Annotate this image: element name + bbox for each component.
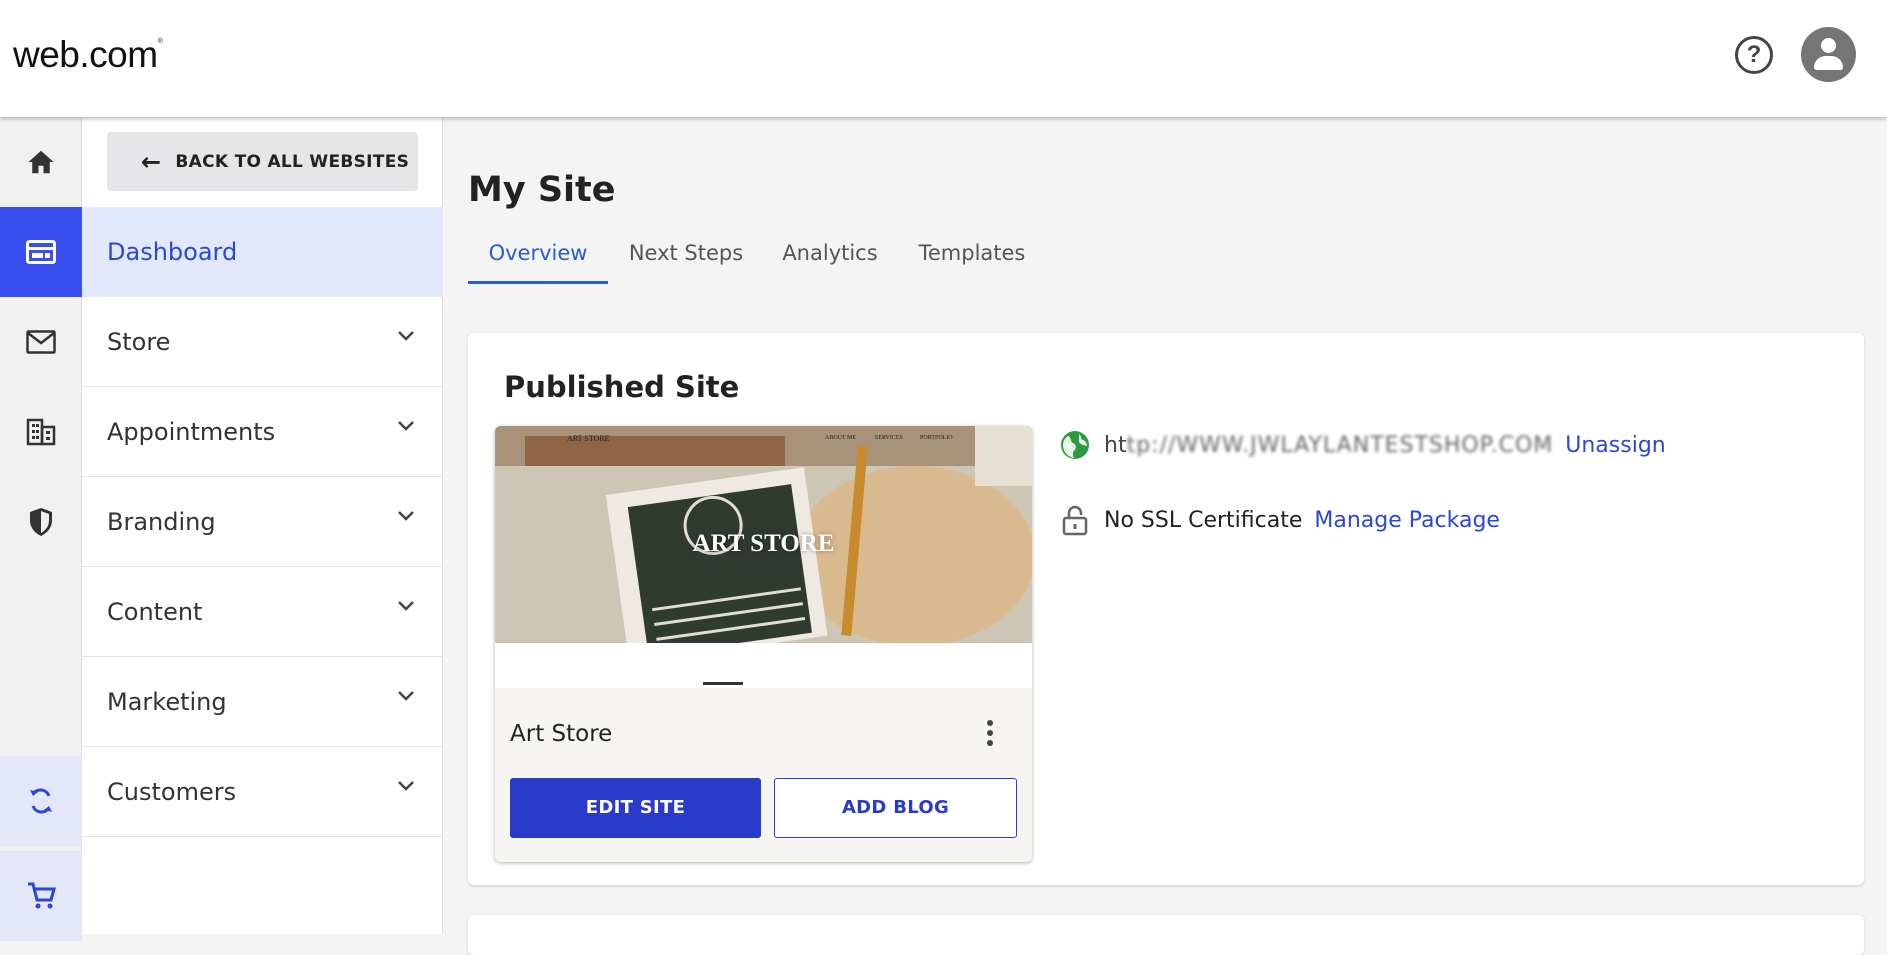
ssl-status: No SSL Certificate xyxy=(1104,507,1303,533)
domain-row: ht tp://WWW.JWLAYLANTESTSHOP.COM Unassign xyxy=(1060,430,1666,460)
manage-package-link[interactable]: Manage Package xyxy=(1314,508,1500,533)
thumbnail-nav-brand: ART STORE xyxy=(567,434,610,443)
chevron-down-icon xyxy=(398,511,414,521)
rail-home[interactable] xyxy=(0,117,82,207)
building-icon xyxy=(26,418,56,446)
next-card xyxy=(468,915,1864,955)
account-avatar-icon[interactable] xyxy=(1801,27,1856,82)
thumbnail-nav-link: ABOUT ME xyxy=(825,435,857,441)
card-title: Published Site xyxy=(504,370,740,404)
sidebar-item-label: Dashboard xyxy=(107,238,238,266)
lock-open-icon xyxy=(1062,505,1088,536)
chevron-down-icon xyxy=(398,781,414,791)
main-content: My Site Overview Next Steps Analytics Te… xyxy=(443,117,1887,955)
web-com-logo[interactable]: web.com® xyxy=(13,34,163,76)
chevron-down-icon xyxy=(398,331,414,341)
sidebar-item-customers[interactable]: Customers xyxy=(82,747,443,837)
security-icon xyxy=(30,508,52,536)
sidebar-item-label: Customers xyxy=(107,777,237,806)
rail-building[interactable] xyxy=(0,387,82,477)
rail-sync[interactable] xyxy=(0,756,82,846)
edit-site-button[interactable]: EDIT SITE xyxy=(510,778,761,838)
back-label: BACK TO ALL WEBSITES xyxy=(175,151,410,172)
rail-mail[interactable] xyxy=(0,297,82,387)
site-thumbnail[interactable]: ART STORE ABOUT ME SERVICES PORTFOLIO AR… xyxy=(495,426,1032,643)
tab-analytics[interactable]: Analytics xyxy=(764,236,896,284)
sidebar-item-label: Marketing xyxy=(107,687,227,716)
rail-security[interactable] xyxy=(0,477,82,567)
sidebar-item-label: Branding xyxy=(107,507,216,536)
icon-rail xyxy=(0,117,82,941)
sidebar-item-store[interactable]: Store xyxy=(82,297,443,387)
published-site-card: Published Site ART STORE ABOUT ME SERVIC… xyxy=(468,333,1864,885)
carousel-area xyxy=(495,643,1032,688)
back-to-all-websites-button[interactable]: ← BACK TO ALL WEBSITES xyxy=(107,132,418,191)
sidebar-item-marketing[interactable]: Marketing xyxy=(82,657,443,747)
sidebar-item-appointments[interactable]: Appointments xyxy=(82,387,443,477)
tab-next-steps[interactable]: Next Steps xyxy=(608,236,764,284)
sidebar-item-content[interactable]: Content xyxy=(82,567,443,657)
home-icon xyxy=(28,150,54,174)
sidebar-item-branding[interactable]: Branding xyxy=(82,477,443,567)
add-blog-button[interactable]: ADD BLOG xyxy=(774,778,1017,838)
domain-prefix: ht xyxy=(1104,432,1127,458)
chevron-down-icon xyxy=(398,421,414,431)
cart-icon xyxy=(28,882,56,909)
site-sidebar: ← BACK TO ALL WEBSITES Dashboard Store A… xyxy=(82,117,443,934)
sync-icon xyxy=(30,788,52,814)
chevron-down-icon xyxy=(398,691,414,701)
thumbnail-nav-link: PORTFOLIO xyxy=(920,435,953,441)
sidebar-item-label: Store xyxy=(107,327,171,356)
carousel-indicator[interactable] xyxy=(703,682,743,685)
mail-icon xyxy=(26,330,56,354)
tab-overview[interactable]: Overview xyxy=(468,236,608,284)
help-icon[interactable]: ? xyxy=(1735,36,1773,74)
rail-dashboard[interactable] xyxy=(0,207,82,297)
tab-templates[interactable]: Templates xyxy=(896,236,1048,284)
unassign-link[interactable]: Unassign xyxy=(1565,433,1665,458)
domain-url: tp://WWW.JWLAYLANTESTSHOP.COM xyxy=(1126,432,1554,458)
globe-icon xyxy=(1061,431,1089,459)
dashboard-icon xyxy=(26,240,56,264)
arrow-left-icon: ← xyxy=(141,147,162,176)
page-title: My Site xyxy=(468,170,616,210)
more-options-icon[interactable] xyxy=(980,716,1000,750)
thumbnail-nav-link: SERVICES xyxy=(875,435,903,441)
site-preview-card: ART STORE ABOUT ME SERVICES PORTFOLIO AR… xyxy=(495,426,1032,862)
ssl-row: No SSL Certificate Manage Package xyxy=(1060,504,1500,536)
rail-cart[interactable] xyxy=(0,851,82,941)
site-name: Art Store xyxy=(510,721,613,747)
top-header: web.com® ? xyxy=(0,0,1887,117)
sidebar-item-label: Content xyxy=(107,597,203,626)
chevron-down-icon xyxy=(398,601,414,611)
thumbnail-heading: ART STORE xyxy=(692,530,835,557)
sidebar-item-dashboard[interactable]: Dashboard xyxy=(82,207,443,297)
sidebar-item-label: Appointments xyxy=(107,417,276,446)
